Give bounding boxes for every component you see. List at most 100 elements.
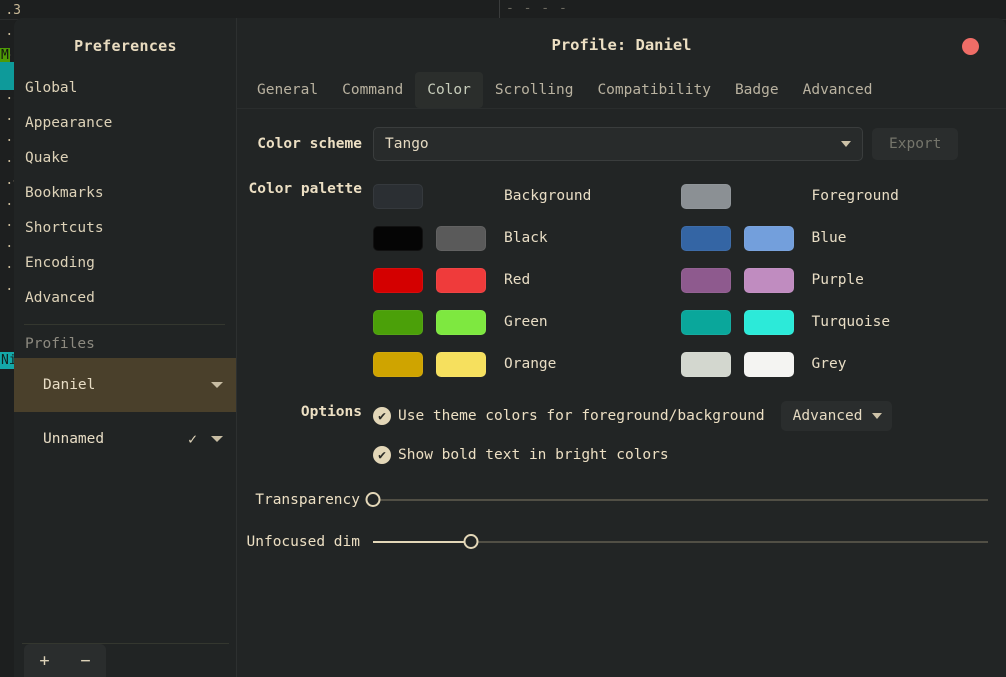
profile-add-remove-toolbar: + − xyxy=(24,644,106,677)
tab-badge[interactable]: Badge xyxy=(723,72,791,108)
swatch-turquoise-normal[interactable] xyxy=(680,309,731,335)
swatch-turquoise-bright[interactable] xyxy=(743,309,794,335)
check-icon: ✓ xyxy=(187,430,197,448)
chevron-down-icon xyxy=(871,413,882,419)
palette-row-turquoise: Turquoise xyxy=(680,301,989,343)
swatch-green-bright[interactable] xyxy=(436,309,486,335)
tab-general[interactable]: General xyxy=(245,72,330,108)
slider-knob[interactable] xyxy=(463,534,479,549)
tab-command[interactable]: Command xyxy=(330,72,415,108)
color-palette-grid: Background Black Red Green Orange Foregr… xyxy=(373,175,1006,385)
tab-bar: General Command Color Scrolling Compatib… xyxy=(237,72,1006,109)
chevron-down-icon[interactable] xyxy=(211,382,223,388)
sidebar-item-encoding[interactable]: Encoding xyxy=(14,246,237,281)
swatch-red-normal[interactable] xyxy=(373,267,423,293)
option-label-bold-bright: Show bold text in bright colors xyxy=(398,447,669,463)
sidebar-title: Preferences xyxy=(74,37,177,55)
terminal-vertical-rule xyxy=(499,0,500,20)
swatch-purple-bright[interactable] xyxy=(743,267,794,293)
slider-label-transparency: Transparency xyxy=(255,492,360,508)
palette-label-blue: Blue xyxy=(811,230,847,246)
tab-compatibility[interactable]: Compatibility xyxy=(585,72,723,108)
color-scheme-row: Color scheme Tango Export xyxy=(237,127,1006,161)
palette-row-red: Red xyxy=(373,259,681,301)
tab-scrolling[interactable]: Scrolling xyxy=(483,72,586,108)
options-label: Options xyxy=(300,404,362,420)
color-palette-column-right: Foreground Blue Purple Turquoise Grey xyxy=(680,175,989,385)
slider-transparency[interactable] xyxy=(365,490,988,510)
swatch-black-normal[interactable] xyxy=(373,225,423,251)
export-button[interactable]: Export xyxy=(872,128,959,160)
palette-label-green: Green xyxy=(504,314,548,330)
profile-item-unnamed-label: Unnamed xyxy=(43,431,105,447)
palette-label-foreground: Foreground xyxy=(811,188,899,204)
color-scheme-select[interactable]: Tango xyxy=(373,127,863,161)
tab-color[interactable]: Color xyxy=(415,72,483,108)
main-header: Profile: Daniel xyxy=(237,18,1006,72)
palette-row-purple: Purple xyxy=(680,259,989,301)
close-icon[interactable] xyxy=(962,38,979,55)
sidebar: Preferences Global Appearance Quake Book… xyxy=(14,18,237,677)
add-profile-button[interactable]: + xyxy=(35,651,53,671)
swatch-green-normal[interactable] xyxy=(373,309,423,335)
palette-label-background: Background xyxy=(504,188,592,204)
page-title: Profile: Daniel xyxy=(551,36,692,54)
swatch-grey-normal[interactable] xyxy=(680,351,731,377)
sidebar-item-advanced[interactable]: Advanced xyxy=(14,281,237,316)
color-palette-section: Color palette Background Black Red Green… xyxy=(237,175,1006,385)
swatch-background-bright-empty xyxy=(436,184,486,209)
swatch-orange-normal[interactable] xyxy=(373,351,423,377)
tab-advanced[interactable]: Advanced xyxy=(791,72,885,108)
color-palette-column-left: Background Black Red Green Orange xyxy=(373,175,681,385)
sidebar-item-appearance[interactable]: Appearance xyxy=(14,106,237,141)
sidebar-item-quake[interactable]: Quake xyxy=(14,141,237,176)
color-scheme-label: Color scheme xyxy=(257,136,362,152)
palette-row-green: Green xyxy=(373,301,681,343)
screen: .3 .1 .1 .6 .3 .7 .3 .6 .4 .5 .6 .5 .7 .… xyxy=(0,0,1006,677)
swatch-orange-bright[interactable] xyxy=(436,351,486,377)
option-row-bold-bright: ✔ Show bold text in bright colors xyxy=(373,440,1006,470)
sidebar-section-profiles: Profiles xyxy=(25,336,95,352)
swatch-blue-bright[interactable] xyxy=(743,225,794,251)
palette-label-purple: Purple xyxy=(811,272,864,288)
palette-row-foreground: Foreground xyxy=(680,175,989,217)
swatch-grey-bright[interactable] xyxy=(743,351,794,377)
slider-row-transparency: Transparency xyxy=(237,479,1006,521)
sidebar-item-shortcuts[interactable]: Shortcuts xyxy=(14,211,237,246)
sidebar-item-global[interactable]: Global xyxy=(14,71,237,106)
swatch-blue-normal[interactable] xyxy=(680,225,731,251)
color-scheme-value: Tango xyxy=(385,136,429,152)
advanced-dropdown-button[interactable]: Advanced xyxy=(780,401,892,431)
palette-label-grey: Grey xyxy=(811,356,847,372)
palette-label-black: Black xyxy=(504,230,548,246)
profile-item-unnamed[interactable]: Unnamed ✓ xyxy=(14,412,237,466)
tab-content-color: Color scheme Tango Export Color palette xyxy=(237,109,1006,563)
palette-label-red: Red xyxy=(504,272,531,288)
swatch-foreground-normal[interactable] xyxy=(680,183,731,209)
slider-track xyxy=(373,499,988,501)
checkbox-bold-bright[interactable]: ✔ xyxy=(373,446,391,464)
option-row-theme-colors: ✔ Use theme colors for foreground/backgr… xyxy=(373,401,1006,431)
advanced-dropdown-label: Advanced xyxy=(792,408,863,424)
swatch-foreground-bright-empty xyxy=(744,184,794,209)
palette-label-turquoise: Turquoise xyxy=(811,314,891,330)
color-palette-label: Color palette xyxy=(248,181,363,197)
options-body: ✔ Use theme colors for foreground/backgr… xyxy=(373,401,1006,479)
checkbox-theme-colors[interactable]: ✔ xyxy=(373,407,391,425)
slider-knob[interactable] xyxy=(365,492,381,507)
swatch-black-bright[interactable] xyxy=(436,225,486,251)
chevron-down-icon[interactable] xyxy=(211,436,223,442)
sidebar-nav-list: Global Appearance Quake Bookmarks Shortc… xyxy=(14,71,237,316)
terminal-highlight-m: M xyxy=(0,48,10,63)
slider-unfocused-dim[interactable] xyxy=(373,532,988,552)
slider-fill xyxy=(373,541,472,543)
swatch-background-normal[interactable] xyxy=(373,183,423,209)
swatch-purple-normal[interactable] xyxy=(680,267,731,293)
terminal-top-dashes: - - - - xyxy=(506,1,568,16)
slider-label-unfocused-dim: Unfocused dim xyxy=(246,534,361,550)
swatch-red-bright[interactable] xyxy=(436,267,486,293)
sidebar-item-bookmarks[interactable]: Bookmarks xyxy=(14,176,237,211)
remove-profile-button[interactable]: − xyxy=(76,651,94,671)
profile-item-daniel[interactable]: Daniel xyxy=(14,358,237,412)
palette-row-background: Background xyxy=(373,175,681,217)
